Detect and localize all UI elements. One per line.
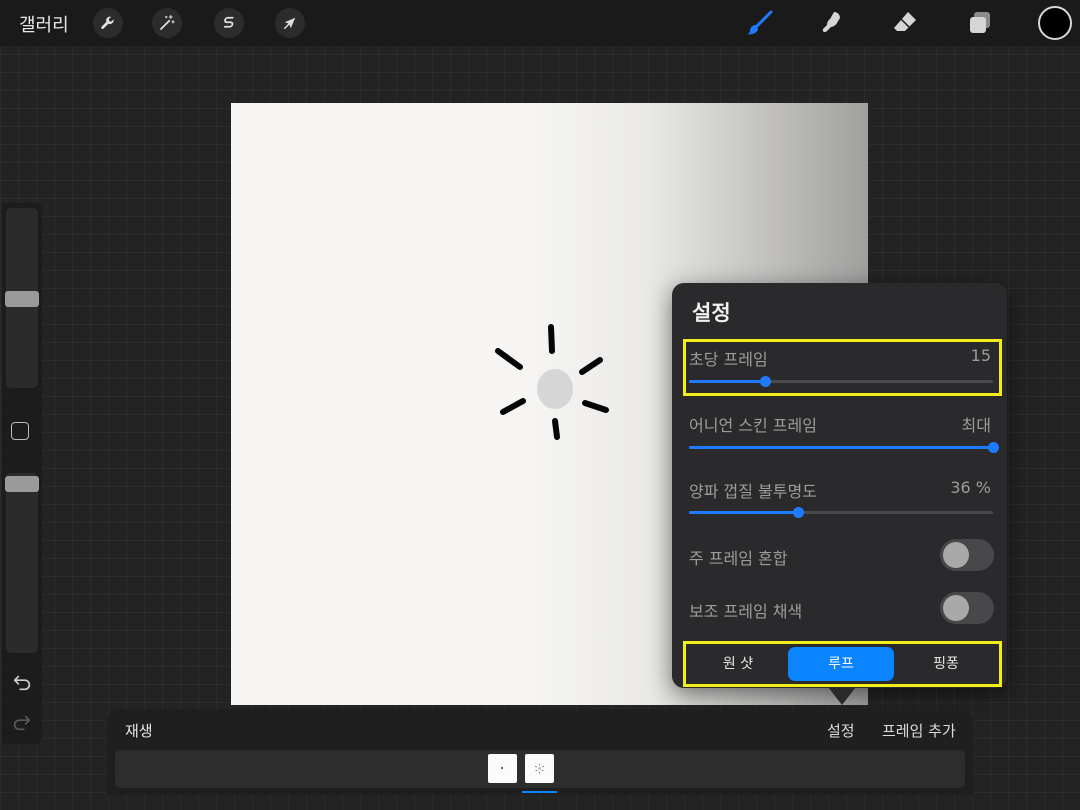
sidebar — [2, 203, 42, 744]
frame-thumbnail[interactable] — [488, 754, 517, 783]
onion-frames-slider[interactable] — [689, 442, 999, 453]
toggle-knob — [943, 542, 969, 568]
playback-mode-selector: 원 샷 루프 핑퐁 — [689, 647, 996, 681]
onion-opacity-knob[interactable] — [793, 507, 805, 518]
onion-frames-knob[interactable] — [988, 442, 999, 453]
fps-value: 15 — [970, 346, 991, 365]
blend-primary-toggle[interactable] — [940, 539, 994, 571]
add-frame-button[interactable]: 프레임 추가 — [882, 720, 956, 741]
toggle-knob — [943, 595, 969, 621]
color-picker-swatch[interactable] — [1038, 6, 1072, 40]
brush-icon[interactable] — [744, 7, 776, 39]
wrench-icon[interactable] — [93, 8, 123, 38]
onion-opacity-label: 양파 껍질 불투명도 — [689, 482, 817, 501]
timeline-settings-button[interactable]: 설정 — [827, 720, 855, 741]
gallery-button[interactable]: 갤러리 — [19, 11, 69, 37]
blend-primary-label: 주 프레임 혼합 — [689, 549, 788, 568]
opacity-thumb[interactable] — [5, 476, 39, 492]
selected-frame-indicator — [522, 791, 557, 793]
fps-fill — [689, 380, 765, 383]
animation-timeline: 재생 설정 프레임 추가 — [107, 709, 973, 795]
panel-pointer — [828, 687, 856, 705]
opacity-slider[interactable] — [5, 473, 39, 653]
mode-one-shot[interactable]: 원 샷 — [689, 647, 787, 681]
onion-frames-value: 최대 — [961, 416, 991, 435]
onion-opacity-slider[interactable] — [689, 507, 993, 518]
fps-slider[interactable] — [689, 376, 993, 387]
fps-knob[interactable] — [760, 376, 771, 387]
transform-arrow-icon[interactable] — [275, 8, 305, 38]
frame-content — [501, 767, 503, 769]
fps-label: 초당 프레임 — [689, 350, 768, 369]
magic-wand-icon[interactable] — [152, 8, 182, 38]
onion-opacity-value: 36 % — [950, 478, 991, 497]
brush-size-slider[interactable] — [5, 208, 39, 388]
play-button[interactable]: 재생 — [125, 720, 153, 741]
brush-size-thumb[interactable] — [5, 291, 39, 307]
color-secondary-toggle[interactable] — [940, 592, 994, 624]
color-secondary-label: 보조 프레임 채색 — [689, 602, 803, 621]
modify-square-button[interactable] — [11, 422, 29, 440]
smudge-icon[interactable] — [816, 7, 848, 39]
eraser-icon[interactable] — [889, 7, 921, 39]
redo-icon[interactable] — [11, 711, 33, 733]
frame-content — [535, 763, 544, 774]
undo-icon[interactable] — [11, 671, 33, 693]
frame-strip — [115, 750, 965, 788]
mode-ping-pong[interactable]: 핑퐁 — [896, 647, 996, 681]
onion-opacity-fill — [689, 511, 799, 514]
onion-frames-label: 어니언 스킨 프레임 — [689, 416, 817, 435]
selection-s-icon[interactable] — [214, 8, 244, 38]
top-toolbar: 갤러리 — [0, 0, 1080, 46]
animation-settings-panel: 설정 초당 프레임 15 어니언 스킨 프레임 최대 양파 껍질 불투명도 36… — [672, 283, 1007, 688]
layers-icon[interactable] — [964, 7, 996, 39]
mode-loop[interactable]: 루프 — [788, 647, 894, 681]
frame-thumbnail[interactable] — [525, 754, 554, 783]
onion-frames-fill — [689, 446, 993, 449]
panel-title: 설정 — [692, 301, 731, 325]
